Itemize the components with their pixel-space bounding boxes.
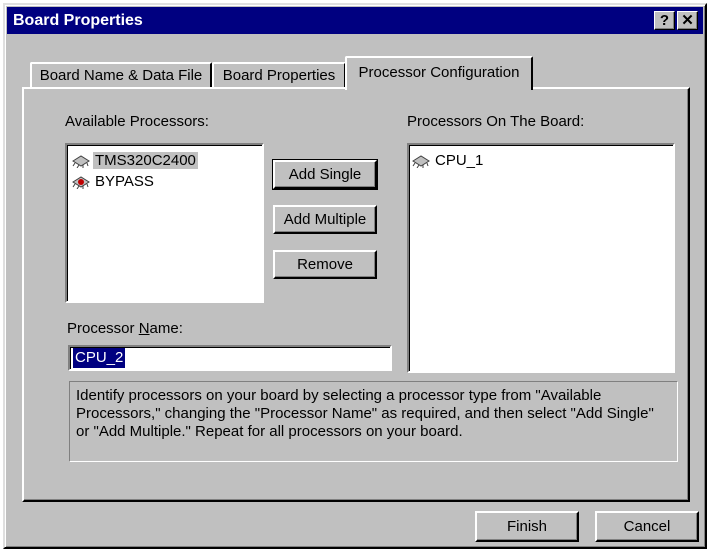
tab-label: Processor Configuration [358, 64, 520, 81]
add-multiple-button[interactable]: Add Multiple [273, 205, 377, 234]
close-icon: ✕ [681, 12, 694, 29]
bypass-chip-icon [72, 176, 90, 190]
tab-processor-configuration[interactable]: Processor Configuration [345, 56, 533, 90]
help-icon: ? [659, 12, 670, 29]
list-item-tms320c2400[interactable]: TMS320C2400 [71, 151, 198, 171]
window-title: Board Properties [13, 12, 143, 29]
finish-button[interactable]: Finish [475, 511, 579, 542]
instructions-text: Identify processors on your board by sel… [69, 381, 678, 462]
available-processors-list[interactable]: TMS320C2400 BYPASS [65, 143, 264, 303]
list-item-label: TMS320C2400 [93, 152, 198, 169]
list-item-cpu-1[interactable]: CPU_1 [411, 151, 485, 171]
remove-button[interactable]: Remove [273, 250, 377, 279]
tab-label: Board Properties [222, 67, 336, 84]
tab-label: Board Name & Data File [39, 67, 203, 84]
processors-on-board-list[interactable]: CPU_1 [407, 143, 675, 373]
add-single-button[interactable]: Add Single [272, 159, 378, 190]
processor-name-input[interactable]: CPU_2 [68, 345, 392, 371]
close-button[interactable]: ✕ [677, 11, 698, 30]
title-bar[interactable]: Board Properties ? ✕ [7, 7, 703, 34]
processor-configuration-panel: Available Processors: TMS320C2400 BYPASS [22, 87, 690, 502]
label-part: ame: [149, 320, 183, 337]
board-properties-dialog: Board Properties ? ✕ Board Name & Data F… [3, 3, 707, 549]
processors-on-board-label: Processors On The Board: [407, 113, 585, 130]
processor-name-value: CPU_2 [73, 348, 126, 368]
chip-icon [72, 155, 90, 169]
label-accesskey: N [138, 320, 150, 337]
label-part: Processor [67, 320, 139, 337]
list-item-label: BYPASS [95, 173, 154, 190]
cancel-button[interactable]: Cancel [595, 511, 699, 542]
tab-board-properties[interactable]: Board Properties [212, 62, 346, 88]
available-processors-label: Available Processors: [65, 113, 209, 130]
help-button[interactable]: ? [654, 11, 675, 30]
tab-board-name-data-file[interactable]: Board Name & Data File [30, 62, 212, 88]
list-item-label: CPU_1 [435, 152, 484, 169]
list-item-bypass[interactable]: BYPASS [71, 172, 156, 192]
chip-icon [412, 155, 430, 169]
processor-name-label: Processor Name: [67, 320, 183, 337]
